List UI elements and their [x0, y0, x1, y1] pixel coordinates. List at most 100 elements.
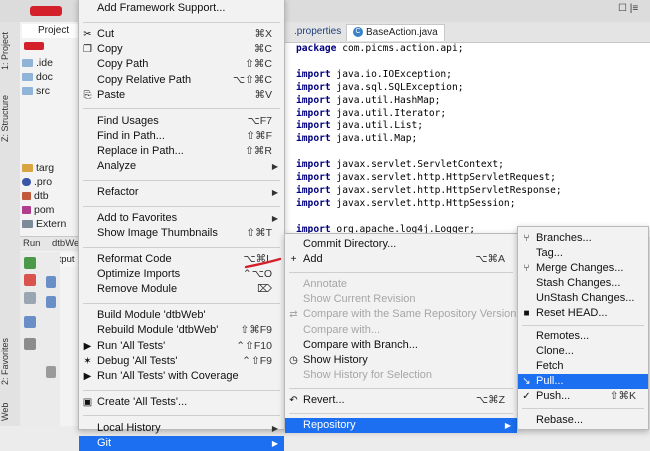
menu-item-paste[interactable]: ⎘ Paste ⌘V [79, 88, 284, 103]
tree-label: doc [36, 71, 53, 83]
menu-item-label: Replace in Path... [97, 145, 184, 157]
menu-separator [83, 108, 280, 110]
menu-item-replace-in-path[interactable]: Replace in Path... ⇧⌘R [79, 144, 284, 159]
git-item-show-history[interactable]: ◷ Show History [285, 353, 517, 368]
tool-tab-web[interactable]: Web [0, 400, 20, 424]
menu-item-find-usages[interactable]: Find Usages ⌥F7 [79, 114, 284, 129]
menu-item-debug-all-tests[interactable]: ✶ Debug 'All Tests' ⌃⇧F9 [79, 354, 284, 369]
tree-item-src[interactable]: src [22, 85, 50, 97]
close-icon[interactable] [24, 338, 36, 350]
menu-item-label: Show History for Selection [303, 369, 432, 382]
submenu-arrow-icon: ▶ [271, 438, 278, 448]
menu-item-label: Refactor [97, 186, 139, 198]
tab-properties[interactable]: .properties [288, 24, 347, 40]
git-item-compare-with-branch[interactable]: Compare with Branch... [285, 338, 517, 353]
menu-item-add-framework-support[interactable]: Add Framework Support... [79, 1, 284, 16]
repo-item-branches[interactable]: ⑂ Branches... [518, 231, 648, 246]
menu-item-show-image-thumbnails[interactable]: Show Image Thumbnails ⇧⌘T [79, 226, 284, 241]
git-item-repository[interactable]: Repository ▶ [285, 417, 517, 433]
repo-item-unstash-changes[interactable]: UnStash Changes... [518, 291, 648, 306]
menu-item-refactor[interactable]: Refactor ▶ [79, 185, 284, 200]
repo-item-fetch[interactable]: Fetch [518, 359, 648, 374]
tree-item-dtb[interactable]: dtb [22, 190, 49, 202]
menu-item-remove-module[interactable]: Remove Module ⌦ [79, 282, 284, 297]
tree-item-project-file[interactable]: .pro [22, 176, 52, 188]
tool-tab-structure[interactable]: Z: Structure [0, 88, 20, 148]
tab-project[interactable]: Project [22, 24, 78, 38]
code-line: import java.util.Map; [296, 133, 417, 144]
tree-item-doc[interactable]: doc [22, 71, 53, 83]
git-item-add-icon: + [290, 254, 297, 266]
menu-item-label: Run 'All Tests' [97, 339, 166, 352]
menu-item-local-history[interactable]: Local History ▶ [79, 421, 284, 436]
menu-item-run-all-tests[interactable]: ▶ Run 'All Tests' ⌃⇧F10 [79, 339, 284, 354]
repo-item-tag[interactable]: Tag... [518, 246, 648, 261]
menu-item-run-all-tests-icon: ▶ [83, 340, 92, 352]
menu-item-copy-relative-path[interactable]: Copy Relative Path ⌥⇧⌘C [79, 73, 284, 88]
menu-item-copy-icon: ❐ [83, 44, 92, 55]
code-line: import java.util.HashMap; [296, 95, 440, 106]
menu-item-analyze[interactable]: Analyze ▶ [79, 159, 284, 174]
repo-item-stash-changes[interactable]: Stash Changes... [518, 276, 648, 291]
menu-item-find-in-path[interactable]: Find in Path... ⇧⌘F [79, 129, 284, 144]
window-controls[interactable]: ☐ |≡ [618, 3, 638, 14]
git-item-commit-directory[interactable]: Commit Directory... [285, 237, 517, 252]
git-item-compare-with: Compare with... [285, 323, 517, 338]
repo-item-reset-head[interactable]: ■ Reset HEAD... [518, 306, 648, 321]
code-keyword: import [296, 94, 331, 106]
repo-item-pull[interactable]: ↘ Pull... [518, 374, 648, 390]
tool-tab-favorites[interactable]: 2: Favorites [0, 336, 20, 386]
git-item-annotate: Annotate [285, 277, 517, 292]
tree-item-target[interactable]: targ [22, 162, 54, 174]
menu-item-build-module-dtbweb[interactable]: Build Module 'dtbWeb' [79, 308, 284, 323]
menu-item-label: Optimize Imports [97, 268, 181, 280]
menu-item-add-to-favorites[interactable]: Add to Favorites ▶ [79, 211, 284, 226]
menu-separator [83, 415, 280, 417]
menu-item-create-all-tests[interactable]: ▣ Create 'All Tests'... [79, 395, 284, 410]
menu-item-shortcut: ⇧⌘F [246, 129, 272, 142]
tool-tab-project[interactable]: 1: Project [0, 26, 20, 76]
menu-separator [522, 324, 644, 326]
menu-item-git[interactable]: Git ▶ [79, 435, 284, 451]
run-label: Run [23, 238, 41, 249]
tree-item-pom[interactable]: pom [22, 204, 54, 216]
tree-label: targ [36, 162, 55, 174]
stop-icon[interactable] [24, 274, 36, 286]
menu-item-copy[interactable]: ❐ Copy ⌘C [79, 42, 284, 57]
code-line: import java.sql.SQLException; [296, 82, 464, 93]
menu-item-label: Annotate [303, 277, 348, 290]
menu-item-cut[interactable]: ✂ Cut ⌘X [79, 27, 284, 42]
menu-item-label: Compare with the Same Repository Version [303, 308, 517, 321]
repo-item-push[interactable]: ✓ Push... ⇧⌘K [518, 389, 648, 404]
arrow-down-icon[interactable] [46, 296, 56, 308]
pin-icon[interactable] [24, 316, 36, 328]
code-line: import java.util.Iterator; [296, 108, 446, 119]
tab-project-label: Project [38, 25, 70, 36]
folder-icon [22, 59, 33, 68]
git-item-revert[interactable]: ↶ Revert... ⌥⌘Z [285, 393, 517, 408]
menu-item-label: Find in Path... [97, 129, 165, 142]
settings-icon[interactable] [24, 292, 36, 304]
menu-item-copy-path[interactable]: Copy Path ⇧⌘C [79, 57, 284, 72]
code-keyword: import [296, 133, 331, 145]
menu-item-run-all-tests-with-coverage-icon: ▶ [83, 371, 92, 382]
repo-item-remotes[interactable]: Remotes... [518, 329, 648, 344]
arrow-up-icon[interactable] [46, 276, 56, 288]
menu-item-run-all-tests-with-coverage[interactable]: ▶ Run 'All Tests' with Coverage [79, 369, 284, 384]
tree-item-ide[interactable]: .ide [22, 57, 53, 69]
git-item-add[interactable]: + Add ⌥⌘A [285, 252, 517, 267]
menu-item-rebuild-module-dtbweb[interactable]: Rebuild Module 'dtbWeb' ⇧⌘F9 [79, 323, 284, 338]
tree-label: src [36, 85, 50, 97]
submenu-arrow-icon: ▶ [504, 420, 511, 430]
rerun-icon[interactable] [24, 257, 36, 269]
code-text: java.util.Iterator; [330, 107, 447, 119]
tab-baseaction-java[interactable]: C BaseAction.java [346, 24, 445, 41]
repo-item-clone[interactable]: Clone... [518, 344, 648, 359]
code-text: java.util.List; [330, 120, 424, 132]
run-tool-header[interactable]: Run dtbWeb [20, 236, 85, 251]
tree-item-external[interactable]: Extern [22, 218, 66, 230]
menu-item-shortcut: ⌘X [254, 27, 272, 40]
trash-icon[interactable] [46, 366, 56, 378]
submenu-arrow-icon: ▶ [271, 213, 278, 223]
repo-item-merge-changes[interactable]: ⑂ Merge Changes... [518, 261, 648, 276]
